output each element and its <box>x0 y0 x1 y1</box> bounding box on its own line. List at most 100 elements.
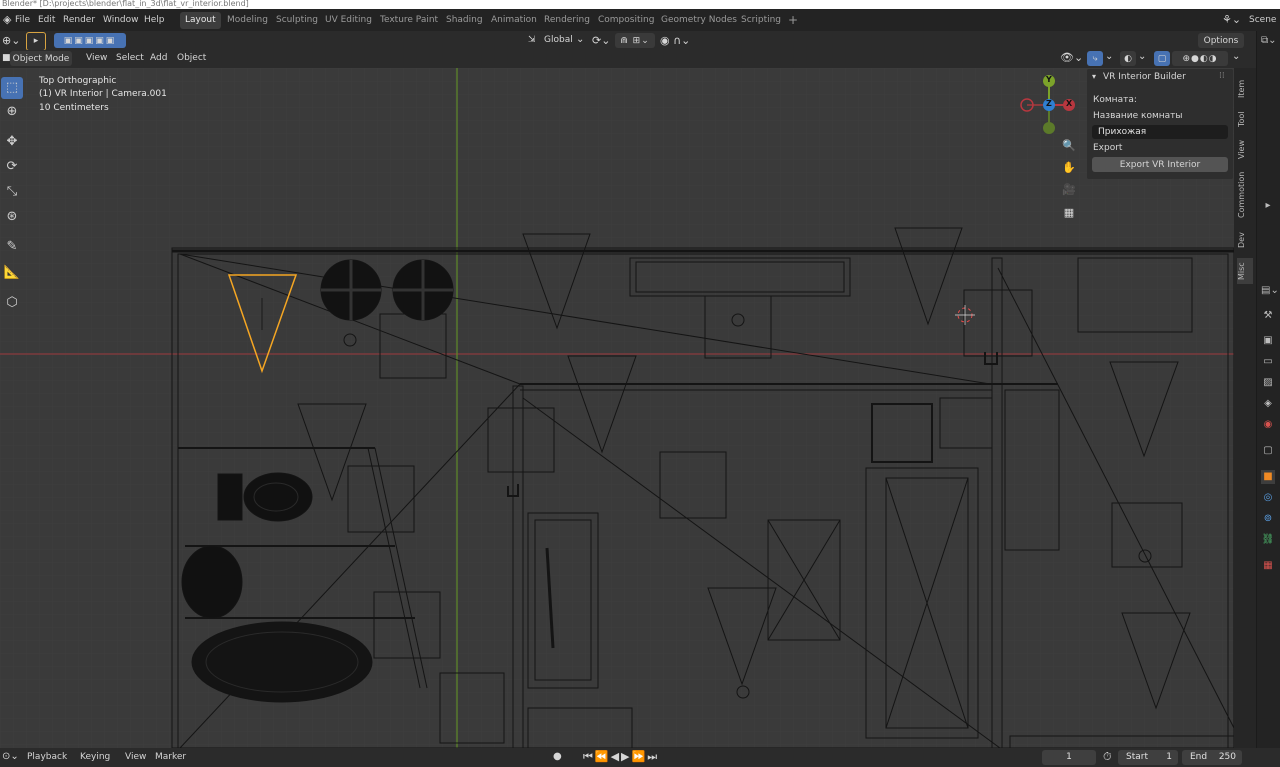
pan-hand-icon[interactable]: ✋ <box>1060 159 1078 177</box>
tab-shading[interactable]: Shading <box>441 12 488 29</box>
shading-mode-icons[interactable]: ⊕●◐◑ <box>1172 51 1228 66</box>
room-name-label: Название комнаты <box>1093 111 1183 121</box>
menu-playback[interactable]: Playback <box>27 752 67 762</box>
menu-render[interactable]: Render <box>63 9 95 31</box>
tab-item[interactable]: Item <box>1237 74 1253 104</box>
proportional-editing-icon[interactable]: ◉ ∩⌄ <box>660 34 690 47</box>
blender-logo-icon[interactable]: ◈ <box>3 9 11 31</box>
tab-misc[interactable]: Misc <box>1237 258 1253 284</box>
move-tool-icon[interactable]: ✥ <box>1 131 23 153</box>
end-label: End <box>1190 752 1208 762</box>
grid-scale: 10 Centimeters <box>39 103 109 113</box>
cursor-tool-icon[interactable]: ⊕ <box>1 101 23 123</box>
gizmo-toggle-icon[interactable]: ⤷ <box>1087 51 1103 66</box>
snap-icon[interactable]: ⋒ ⊞⌄ <box>615 33 655 48</box>
output-properties-icon[interactable]: ▭ <box>1261 355 1275 369</box>
object-properties-icon[interactable]: ■ <box>1261 470 1275 484</box>
end-frame-field[interactable]: End 250 <box>1182 750 1242 765</box>
modifier-properties-icon[interactable]: ◎ <box>1261 491 1275 505</box>
scale-tool-icon[interactable]: ⤡ <box>1 181 23 203</box>
annotate-tool-icon[interactable]: ✎ <box>1 236 23 258</box>
view-layer-icon[interactable]: ▨ <box>1261 376 1275 390</box>
menu-select[interactable]: Select <box>116 53 144 63</box>
visibility-icon[interactable]: 👁⌄ <box>1060 51 1083 64</box>
chevron-down-icon: ⌄ <box>1105 51 1114 62</box>
scene-properties-icon[interactable]: ◈ <box>1261 397 1275 411</box>
menu-edit[interactable]: Edit <box>38 9 55 31</box>
scene-selector-icon[interactable]: ⚘⌄ <box>1222 9 1241 31</box>
add-cube-tool-icon[interactable]: ⬡ <box>1 292 23 314</box>
menu-help[interactable]: Help <box>144 9 165 31</box>
properties-editor-icon[interactable]: ▤⌄ <box>1261 284 1279 298</box>
export-vr-interior-button[interactable]: Export VR Interior <box>1092 157 1228 172</box>
select-tool-icon[interactable]: ⬚ <box>1 77 23 99</box>
tab-view[interactable]: View <box>1237 138 1253 162</box>
transform-orientation-icon[interactable]: ⇲ <box>528 35 536 45</box>
tab-animation[interactable]: Animation <box>486 12 542 29</box>
add-workspace-icon[interactable]: + <box>783 12 803 29</box>
tab-modeling[interactable]: Modeling <box>222 12 273 29</box>
menu-keying[interactable]: Keying <box>80 752 110 762</box>
pivot-point-icon[interactable]: ⟳⌄ <box>592 34 610 47</box>
window-title: Blender* [D:\projects\blender\flat_in_3d… <box>0 0 1280 9</box>
start-frame-field[interactable]: Start 1 <box>1118 750 1178 765</box>
playback-controls-icons[interactable]: ⏮⏪◀▶⏩⏭ <box>583 750 659 764</box>
drag-handle-icon[interactable]: ⁞⁞ <box>1219 71 1225 81</box>
transform-tool-icon[interactable]: ⊛ <box>1 206 23 228</box>
menu-file[interactable]: File <box>15 9 30 31</box>
tab-compositing[interactable]: Compositing <box>593 12 659 29</box>
gizmo-z-label: Z <box>1046 99 1052 108</box>
viewport-header: ■ Object Mode View Select Add Object 👁⌄ … <box>0 50 1256 68</box>
physics-properties-icon[interactable]: ⊚ <box>1261 512 1275 526</box>
ortho-grid-icon[interactable]: ▦ <box>1060 204 1078 222</box>
menu-marker[interactable]: Marker <box>155 752 186 762</box>
tab-uv-editing[interactable]: UV Editing <box>320 12 377 29</box>
options-button[interactable]: Options <box>1198 33 1244 48</box>
tab-texture-paint[interactable]: Texture Paint <box>375 12 443 29</box>
menu-object[interactable]: Object <box>177 53 206 63</box>
expand-arrow-icon[interactable]: ▸ <box>1261 199 1275 213</box>
mode-dropdown[interactable]: Object Mode <box>10 51 72 66</box>
collection-properties-icon[interactable]: ▢ <box>1261 444 1275 458</box>
panel-collapse-icon[interactable]: ▾ <box>1092 72 1096 81</box>
panel-title: VR Interior Builder <box>1103 72 1186 82</box>
selection-mode-icons[interactable]: ▣▣▣▣▣ <box>54 33 126 48</box>
tab-commotion[interactable]: Commotion <box>1237 170 1253 220</box>
menu-timeline-view[interactable]: View <box>125 752 146 762</box>
chevron-down-icon: ⌄ <box>576 34 585 45</box>
clock-icon: ⏱ <box>1103 750 1112 763</box>
world-properties-icon[interactable]: ◉ <box>1261 418 1275 432</box>
texture-properties-icon[interactable]: ▦ <box>1261 559 1275 573</box>
camera-view-icon[interactable]: 🎥 <box>1060 181 1078 199</box>
tab-geometry-nodes[interactable]: Geometry Nodes <box>656 12 742 29</box>
transform-orientation-dropdown[interactable]: Global <box>544 35 573 45</box>
current-frame-field[interactable]: 1 <box>1042 750 1096 765</box>
overlays-icon[interactable]: ◐ <box>1120 51 1136 66</box>
room-name-input[interactable]: Прихожая <box>1092 125 1228 139</box>
outliner-icon[interactable]: ⧉⌄ <box>1261 34 1277 48</box>
select-box-tool-icon[interactable]: ▸ <box>26 32 46 51</box>
tab-dev[interactable]: Dev <box>1237 228 1253 252</box>
editor-type-icon[interactable]: ⊕⌄ <box>2 34 20 47</box>
menu-view[interactable]: View <box>86 53 107 63</box>
3d-viewport[interactable]: Top Orthographic (1) VR Interior | Camer… <box>0 68 1256 748</box>
render-properties-icon[interactable]: ▣ <box>1261 334 1275 348</box>
menu-window[interactable]: Window <box>103 9 139 31</box>
scene-name[interactable]: Scene <box>1249 9 1276 31</box>
end-value: 250 <box>1218 752 1236 762</box>
tool-properties-icon[interactable]: ⚒ <box>1261 309 1275 323</box>
tab-layout[interactable]: Layout <box>180 12 221 29</box>
tab-tool[interactable]: Tool <box>1237 108 1253 130</box>
tab-sculpting[interactable]: Sculpting <box>271 12 323 29</box>
constraints-properties-icon[interactable]: ⛓ <box>1261 533 1275 547</box>
timeline-editor-icon[interactable]: ⊙⌄ <box>2 751 19 762</box>
measure-tool-icon[interactable]: 📐 <box>1 262 23 284</box>
tab-scripting[interactable]: Scripting <box>736 12 786 29</box>
tab-rendering[interactable]: Rendering <box>539 12 595 29</box>
record-icon[interactable]: ● <box>553 751 562 762</box>
zoom-icon[interactable]: 🔍 <box>1060 137 1078 155</box>
xray-icon[interactable]: ▢ <box>1154 51 1170 66</box>
menu-add[interactable]: Add <box>150 53 167 63</box>
sidebar-tabs: Item Tool View Commotion Dev Misc <box>1234 68 1256 748</box>
rotate-tool-icon[interactable]: ⟳ <box>1 156 23 178</box>
